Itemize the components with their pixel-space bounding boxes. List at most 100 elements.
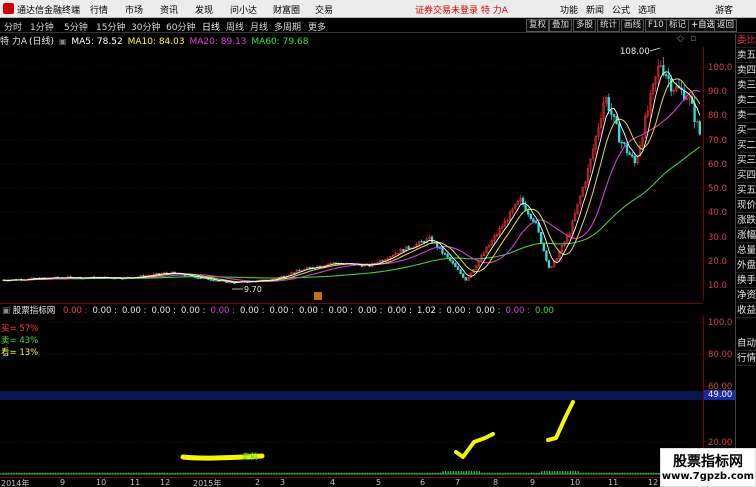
ma-toggle-icon[interactable]: ▣ — [59, 37, 67, 46]
indicator-bar — [520, 472, 522, 474]
panel-bid3[interactable]: 买三 — [736, 154, 756, 168]
panel-price[interactable]: 现价 — [736, 199, 756, 213]
multi-stock-button[interactable]: 多股 — [573, 19, 597, 32]
menu-exchange[interactable]: 市场 — [125, 3, 143, 16]
panel-quote[interactable]: 行情 — [736, 352, 756, 366]
overlay-button[interactable]: 叠加 — [549, 19, 573, 32]
panel-change[interactable]: 涨跌 — [736, 214, 756, 228]
panel-bid2[interactable]: 买二 — [736, 139, 756, 153]
period-daily[interactable]: 日线 — [202, 20, 220, 33]
period-60min[interactable]: 60分钟 — [166, 20, 195, 33]
indicator-chart[interactable]: 走前 — [0, 316, 703, 477]
menu-discover[interactable]: 发现 — [195, 3, 213, 16]
panel-ask5[interactable]: 卖五 — [736, 49, 756, 63]
panel-bid-ratio[interactable]: 委比 — [736, 34, 756, 48]
menu-trade[interactable]: 交易 — [315, 3, 333, 16]
indicator-bar — [60, 472, 62, 474]
indicator-bar — [213, 472, 215, 474]
indicator-bar — [88, 472, 90, 474]
panel-change-pct[interactable]: 涨幅 — [736, 229, 756, 243]
panel-ask2[interactable]: 卖二 — [736, 94, 756, 108]
menu-assistant[interactable]: 问小达 — [230, 3, 257, 16]
panel-earnings[interactable]: 收益 — [736, 304, 756, 318]
indicator-bar — [169, 472, 171, 474]
time-tick: 2014年 — [1, 479, 30, 487]
indicator-bar — [307, 472, 309, 474]
time-tick: 11 — [130, 478, 141, 487]
menu-formula[interactable]: 公式 — [612, 3, 630, 16]
period-multi[interactable]: 多周期 — [274, 20, 301, 33]
candle-body — [308, 267, 311, 269]
menu-options[interactable]: 选项 — [638, 3, 656, 16]
time-tick: 12 — [648, 478, 659, 487]
indicator-bar — [403, 472, 405, 474]
indicator-bar — [491, 472, 493, 474]
indicator-bar — [538, 472, 540, 474]
period-15min[interactable]: 15分钟 — [96, 20, 125, 33]
indicator-bar — [372, 472, 374, 474]
f10-button[interactable]: F10 — [645, 19, 667, 32]
indicator-bar — [627, 472, 629, 474]
indicator-bar — [541, 471, 543, 474]
restore-rights-button[interactable]: 复权 — [526, 19, 550, 32]
draw-line-button[interactable]: 画线 — [621, 19, 645, 32]
candle-body — [209, 279, 213, 281]
indicator-bar — [36, 472, 38, 474]
indicator-bar — [143, 472, 145, 474]
statistics-button[interactable]: 统计 — [597, 19, 621, 32]
indicator-bar — [385, 472, 387, 474]
indicator-values: 0.00 : 0.00 : 0.00 : 0.00 : 0.00 : 0.00 : 0.00… — [58, 306, 554, 316]
panel-bid1[interactable]: 买一 — [736, 124, 756, 138]
back-button[interactable]: 返回 — [714, 19, 738, 32]
indicator-bar — [312, 472, 314, 474]
indicator-bar — [190, 472, 192, 474]
indicator-value: 0.00 : — [62, 306, 88, 316]
candle-body — [407, 246, 410, 249]
panel-bid5[interactable]: 买五 — [736, 184, 756, 198]
indicator-bar — [348, 472, 350, 474]
panel-ask1[interactable]: 卖一 — [736, 109, 756, 123]
panel-bid4[interactable]: 买四 — [736, 169, 756, 183]
stock-name: 特 力A — [0, 37, 28, 47]
chart-settings-icon[interactable]: ◇ — [677, 34, 684, 44]
menu-market[interactable]: 行情 — [90, 3, 108, 16]
period-weekly[interactable]: 周线 — [226, 20, 244, 33]
indicator-toggle-icon[interactable]: ▣ — [2, 306, 10, 316]
menu-wealth[interactable]: 财富圈 — [273, 3, 300, 16]
indicator-bar — [655, 472, 657, 474]
panel-auto[interactable]: 自动 — [736, 337, 756, 351]
period-tick[interactable]: 分时 — [4, 20, 22, 33]
menu-function[interactable]: 功能 — [560, 3, 578, 16]
mark-button[interactable]: 标记 — [666, 19, 690, 32]
indicator-bar — [398, 472, 400, 474]
menu-news-right[interactable]: 新闻 — [586, 3, 604, 16]
period-monthly[interactable]: 月线 — [250, 20, 268, 33]
period-30min[interactable]: 30分钟 — [131, 20, 160, 33]
indicator-name[interactable]: 股票指标网 — [13, 306, 56, 316]
menu-news[interactable]: 资讯 — [160, 3, 178, 16]
panel-net-assets[interactable]: 净资 — [736, 289, 756, 303]
indicator-value: 0.00 : — [505, 306, 530, 316]
event-marker-icon[interactable] — [314, 292, 322, 300]
panel-volume[interactable]: 总量 — [736, 244, 756, 258]
period-5min[interactable]: 5分钟 — [64, 20, 88, 33]
user-label[interactable]: 游客 — [715, 3, 733, 16]
period-1min[interactable]: 1分钟 — [30, 20, 54, 33]
indicator-bar — [543, 471, 545, 474]
indicator-bar — [299, 472, 301, 474]
indicator-bar — [211, 472, 213, 474]
indicator-bar — [447, 471, 449, 474]
period-more[interactable]: 更多 — [308, 20, 326, 33]
app-logo-icon — [3, 3, 14, 14]
panel-ask4[interactable]: 卖四 — [736, 64, 756, 78]
panel-ask3[interactable]: 卖三 — [736, 79, 756, 93]
price-chart[interactable]: 108.00 9.70 — [0, 47, 703, 300]
indicator-bar — [96, 472, 98, 474]
candle-body — [664, 74, 668, 77]
panel-outer-volume[interactable]: 外盘 — [736, 259, 756, 273]
indicator-bar — [16, 472, 18, 474]
chart-expand-icon[interactable]: ▫ — [690, 34, 696, 44]
indicator-bar — [619, 472, 621, 474]
indicator-bar — [393, 472, 395, 474]
panel-turnover[interactable]: 换手 — [736, 274, 756, 288]
